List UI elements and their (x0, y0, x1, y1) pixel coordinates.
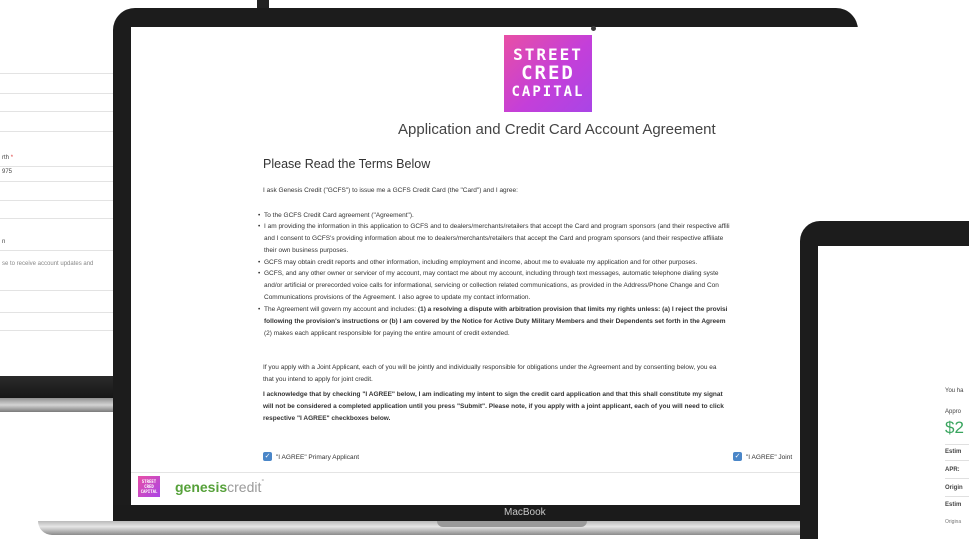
joint-agree-checkbox[interactable]: ✓ (733, 452, 742, 461)
genesis-credit-logo: genesiscredit° (175, 479, 264, 495)
terms-bullet: To the GCFS Credit Card agreement ("Agre… (264, 212, 414, 219)
birth-date-value: 975 (2, 169, 13, 175)
street-cred-capital-logo: STREET CRED CAPITAL (504, 35, 592, 112)
row-divider (945, 460, 969, 461)
arbitration-text: The Agreement will govern my account and… (264, 306, 418, 313)
row-divider (945, 444, 969, 445)
arbitration-bold-text: (1) a resolving a dispute with arbitrati… (417, 306, 728, 313)
bullet-dot: • (258, 223, 261, 230)
footnote-text: Origina (945, 519, 962, 525)
page-title: Application and Credit Card Account Agre… (398, 121, 716, 138)
bullet-dot: • (258, 270, 261, 277)
approved-label: Appro (945, 409, 962, 415)
terms-bullet-cont: and/or artificial or prerecorded voice c… (264, 282, 719, 289)
estimate-row: Estim (945, 502, 962, 508)
arbitration-text: (2) makes each applicant responsible for… (264, 330, 510, 337)
terms-bullet: I am providing the information in this a… (264, 223, 730, 230)
logo-line: CRED (521, 62, 575, 84)
macbook-screen (131, 27, 858, 505)
arbitration-bullet: The Agreement will govern my account and… (264, 306, 727, 313)
intro-text: I ask Genesis Credit ("GCFS") to issue m… (263, 187, 518, 194)
row-divider (945, 478, 969, 479)
acknowledgement-text: I acknowledge that by checking "I AGREE"… (263, 391, 723, 398)
acknowledgement-text: respective "I AGREE" checkboxes below. (263, 415, 391, 422)
macbook-chin (113, 505, 858, 522)
birth-date-label: rth * (2, 155, 14, 161)
acknowledgement-text: will not be considered a completed appli… (263, 403, 724, 410)
form-value: n (2, 239, 6, 245)
logo-line: CAPITAL (140, 489, 158, 494)
terms-bullet-cont: and I consent to GCFS's providing inform… (264, 235, 724, 242)
row-divider (945, 496, 969, 497)
joint-agree-label: "I AGREE" Joint (746, 454, 793, 461)
trademark-mark: ° (261, 479, 265, 486)
primary-agree-label: "I AGREE" Primary Applicant (276, 454, 360, 461)
joint-applicant-text: If you apply with a Joint Applicant, eac… (263, 364, 717, 371)
terms-bullet-cont: their own business purposes. (264, 247, 349, 254)
section-title: Please Read the Terms Below (263, 157, 431, 171)
estimate-row: Estim (945, 449, 962, 455)
arbitration-bold-text: following the provision's instructions o… (264, 318, 726, 325)
joint-applicant-text: that you intend to apply for joint credi… (263, 376, 373, 383)
device-label: MacBook (504, 507, 546, 518)
updates-consent-text: se to receive account updates and (2, 261, 94, 267)
footer-divider (131, 472, 858, 473)
primary-agree-checkbox[interactable]: ✓ (263, 452, 272, 461)
logo-line: CAPITAL (511, 84, 585, 100)
terms-bullet: GCFS, and any other owner or servicer of… (264, 270, 719, 277)
apr-row: APR: (945, 467, 960, 473)
brand-text: credit (227, 479, 262, 495)
terms-bullet: GCFS may obtain credit reports and other… (264, 259, 698, 266)
macbook-notch (437, 521, 587, 527)
brand-text: genesis (175, 479, 228, 495)
origination-row: Origin (945, 485, 963, 491)
approved-amount: $2 (945, 418, 964, 437)
camera-icon (591, 26, 596, 31)
approval-text: You ha (945, 388, 964, 394)
bullet-dot: • (258, 306, 261, 313)
footer-street-cred-logo: STREET CRED CAPITAL (138, 476, 160, 497)
terms-bullet-cont: Communications provisions of the Agreeme… (264, 294, 531, 301)
bullet-dot: • (258, 212, 261, 219)
bullet-dot: • (258, 259, 261, 266)
